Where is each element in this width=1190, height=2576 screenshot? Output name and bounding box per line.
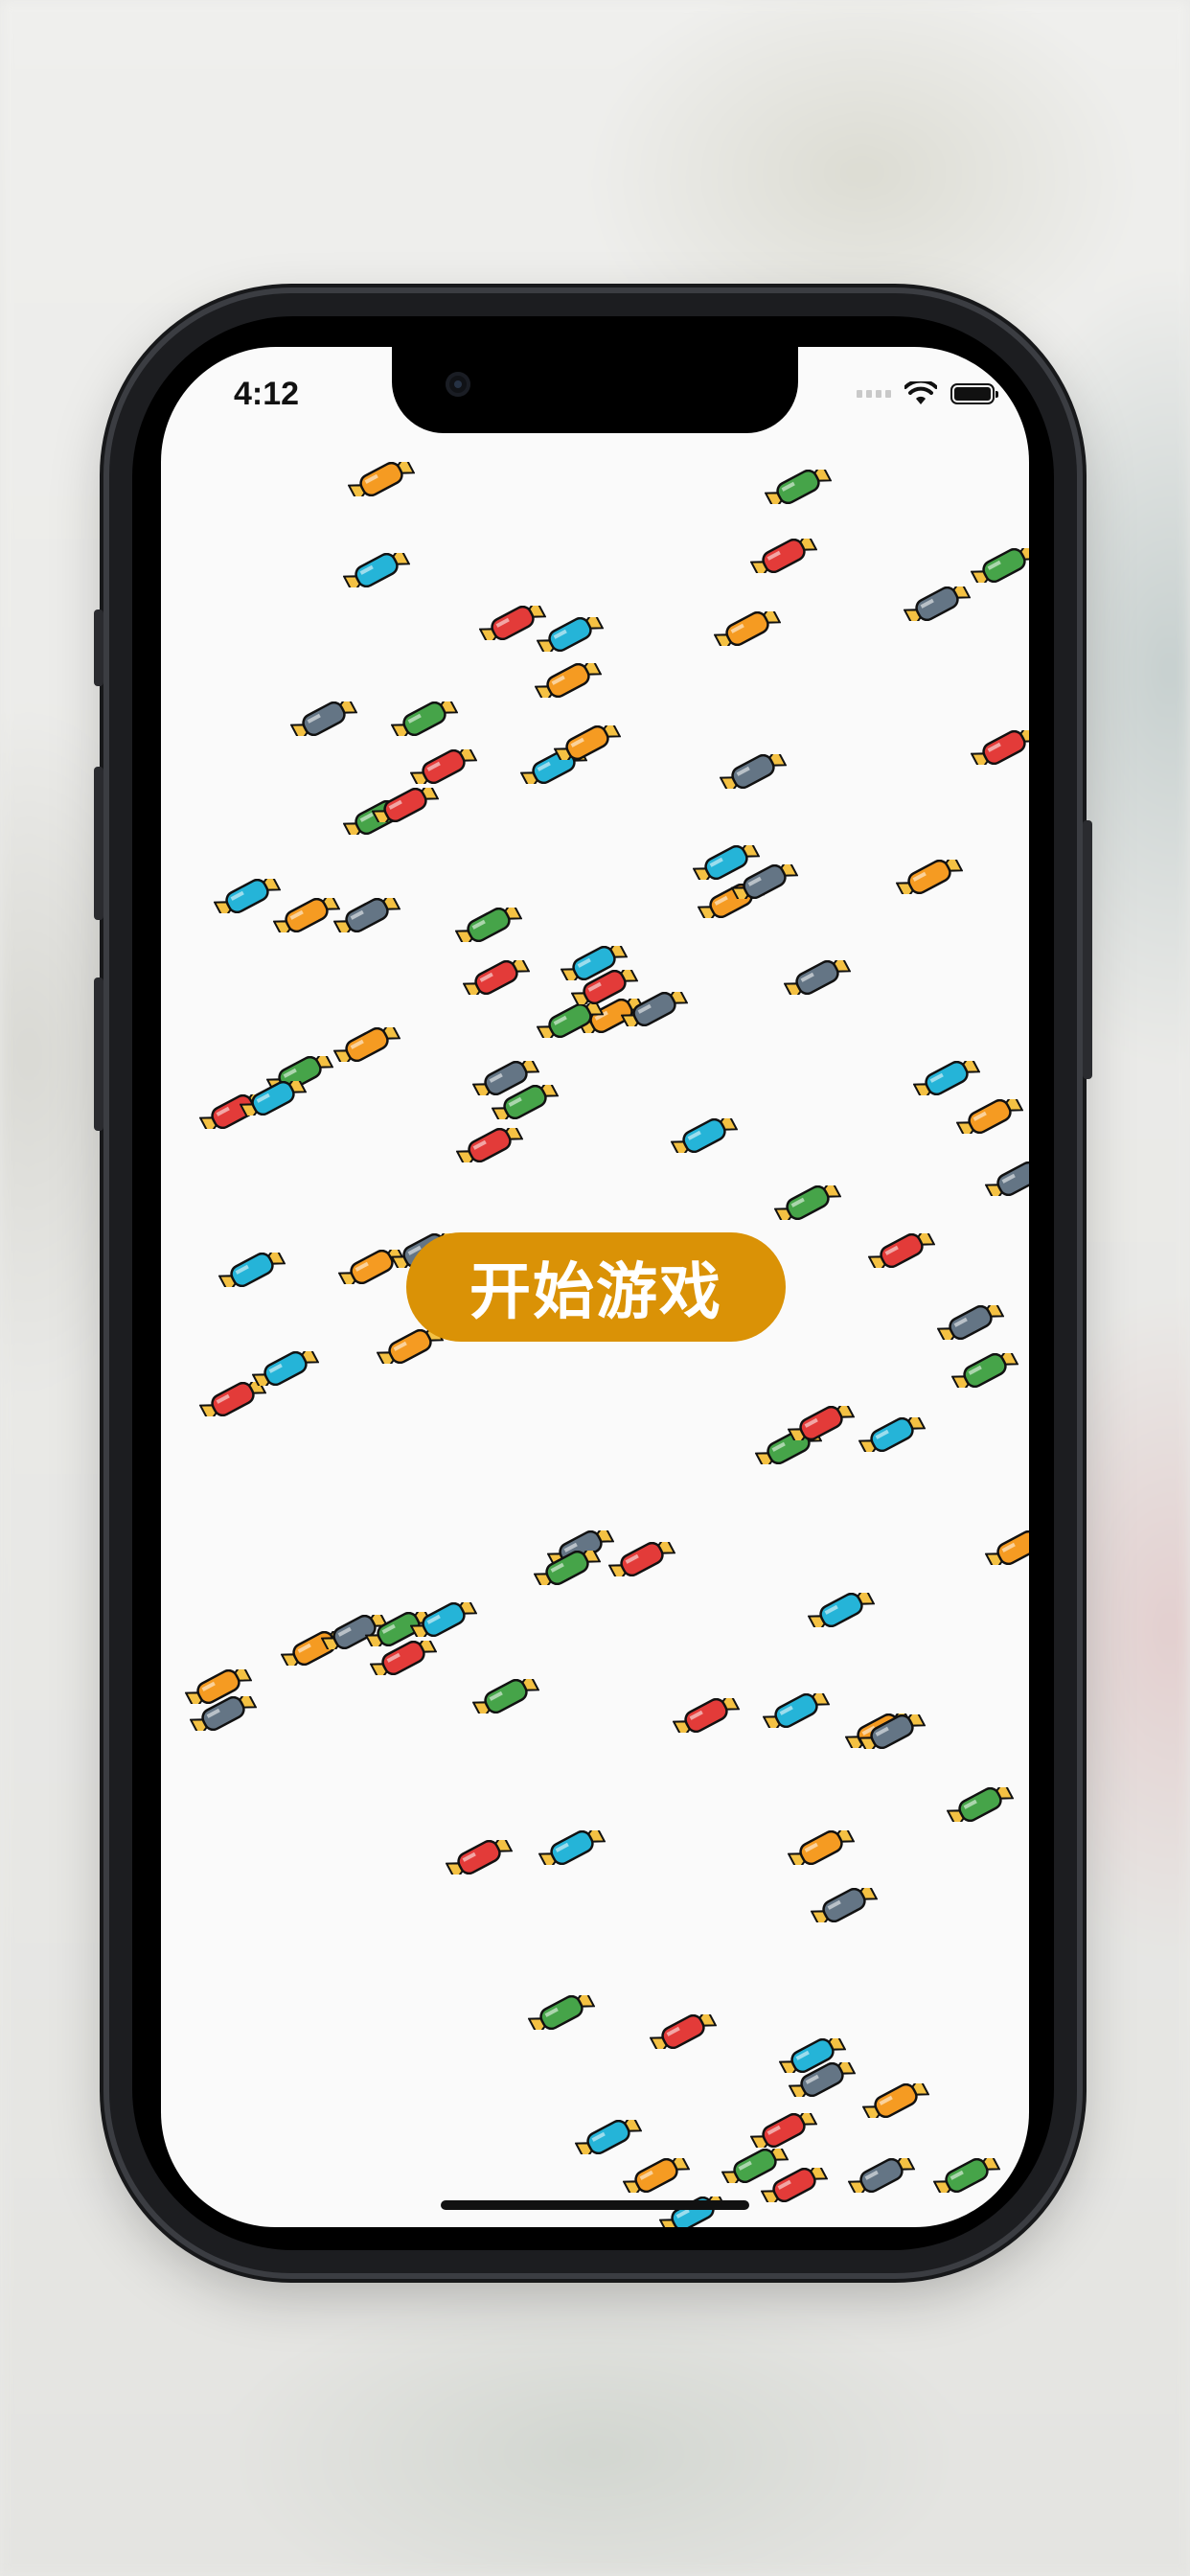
volume-up-button [94,767,103,920]
candy-green-icon [773,1177,842,1229]
candy-cyan-icon [409,1594,478,1645]
candy-green-icon [970,540,1029,591]
candy-gray-icon [858,1706,927,1758]
candy-red-icon [787,1397,856,1449]
candy-red-icon [649,2006,718,2058]
cellular-signal-icon [857,390,891,398]
candy-red-icon [970,722,1029,773]
candy-gray-icon [730,856,799,908]
candy-red-icon [570,961,639,1013]
candy-gray-icon [189,1688,258,1739]
start-game-button[interactable]: 开始游戏 [406,1232,786,1342]
candy-cyan-icon [536,609,605,660]
candy-gray-icon [984,1161,1029,1205]
front-camera-icon [446,372,470,397]
candy-cyan-icon [807,1584,876,1636]
candy-orange-icon [622,2150,691,2201]
candy-gray-icon [903,578,972,630]
candy-orange-icon [955,1091,1024,1142]
candy-gray-icon [332,889,401,941]
candy-red-icon [749,530,818,582]
candy-red-icon [462,952,531,1003]
candy-orange-icon [553,717,622,769]
candy-green-icon [527,1987,596,2038]
candy-green-icon [491,1076,560,1128]
candy-red-icon [369,1632,438,1684]
candy-gray-icon [788,2054,857,2105]
candy-green-icon [536,995,605,1046]
candy-red-icon [409,741,478,793]
candy-gray-icon [719,746,788,797]
candy-orange-icon [984,1530,1029,1574]
candy-cyan-icon [762,1685,831,1736]
candy-red-icon [607,1533,676,1585]
candy-gray-icon [289,693,358,745]
camera-notch [392,347,798,433]
candy-cyan-icon [670,1110,739,1162]
wifi-icon [904,381,937,404]
candy-cyan-icon [538,1822,606,1874]
candy-gray-icon [936,1297,1005,1348]
candy-green-icon [764,461,833,513]
candy-cyan-icon [213,870,282,922]
candy-orange-icon [895,851,964,903]
candy-green-icon [454,899,523,951]
candy-green-icon [390,693,459,745]
candy-green-icon [471,1670,540,1722]
candy-red-icon [672,1690,741,1741]
candy-cyan-icon [239,1072,308,1124]
app-screen: 4:12 开始游戏 [161,347,1029,2227]
candy-cyan-icon [251,1343,320,1394]
candy-cyan-icon [217,1244,286,1296]
candy-red-icon [760,2159,829,2211]
candy-green-icon [950,1345,1019,1396]
candy-red-icon [749,2104,818,2156]
candy-green-icon [932,2150,1001,2201]
battery-icon [950,383,998,404]
candy-cyan-icon [912,1052,981,1104]
candy-cyan-icon [342,544,411,596]
power-button [1083,820,1092,1079]
action-button [94,610,103,686]
candy-gray-icon [783,952,852,1003]
candy-orange-icon [272,889,341,941]
candy-orange-icon [787,1822,856,1874]
home-indicator[interactable] [441,2200,749,2210]
status-icons [857,381,998,406]
candy-orange-icon [534,655,603,706]
candy-red-icon [198,1373,267,1425]
candy-red-icon [445,1831,514,1883]
candy-red-icon [371,779,440,831]
candy-green-icon [533,1542,602,1594]
candy-orange-icon [347,453,416,505]
candy-green-icon [946,1779,1015,1830]
candy-orange-icon [713,603,782,655]
status-time: 4:12 [234,376,300,412]
candy-orange-icon [861,2075,930,2127]
candy-gray-icon [810,1879,879,1931]
candy-red-icon [867,1225,936,1276]
candy-cyan-icon [574,2111,643,2163]
candy-cyan-icon [858,1409,927,1460]
volume-down-button [94,978,103,1131]
candy-red-icon [455,1119,524,1171]
candy-gray-icon [847,2150,916,2201]
candy-orange-icon [332,1019,401,1070]
